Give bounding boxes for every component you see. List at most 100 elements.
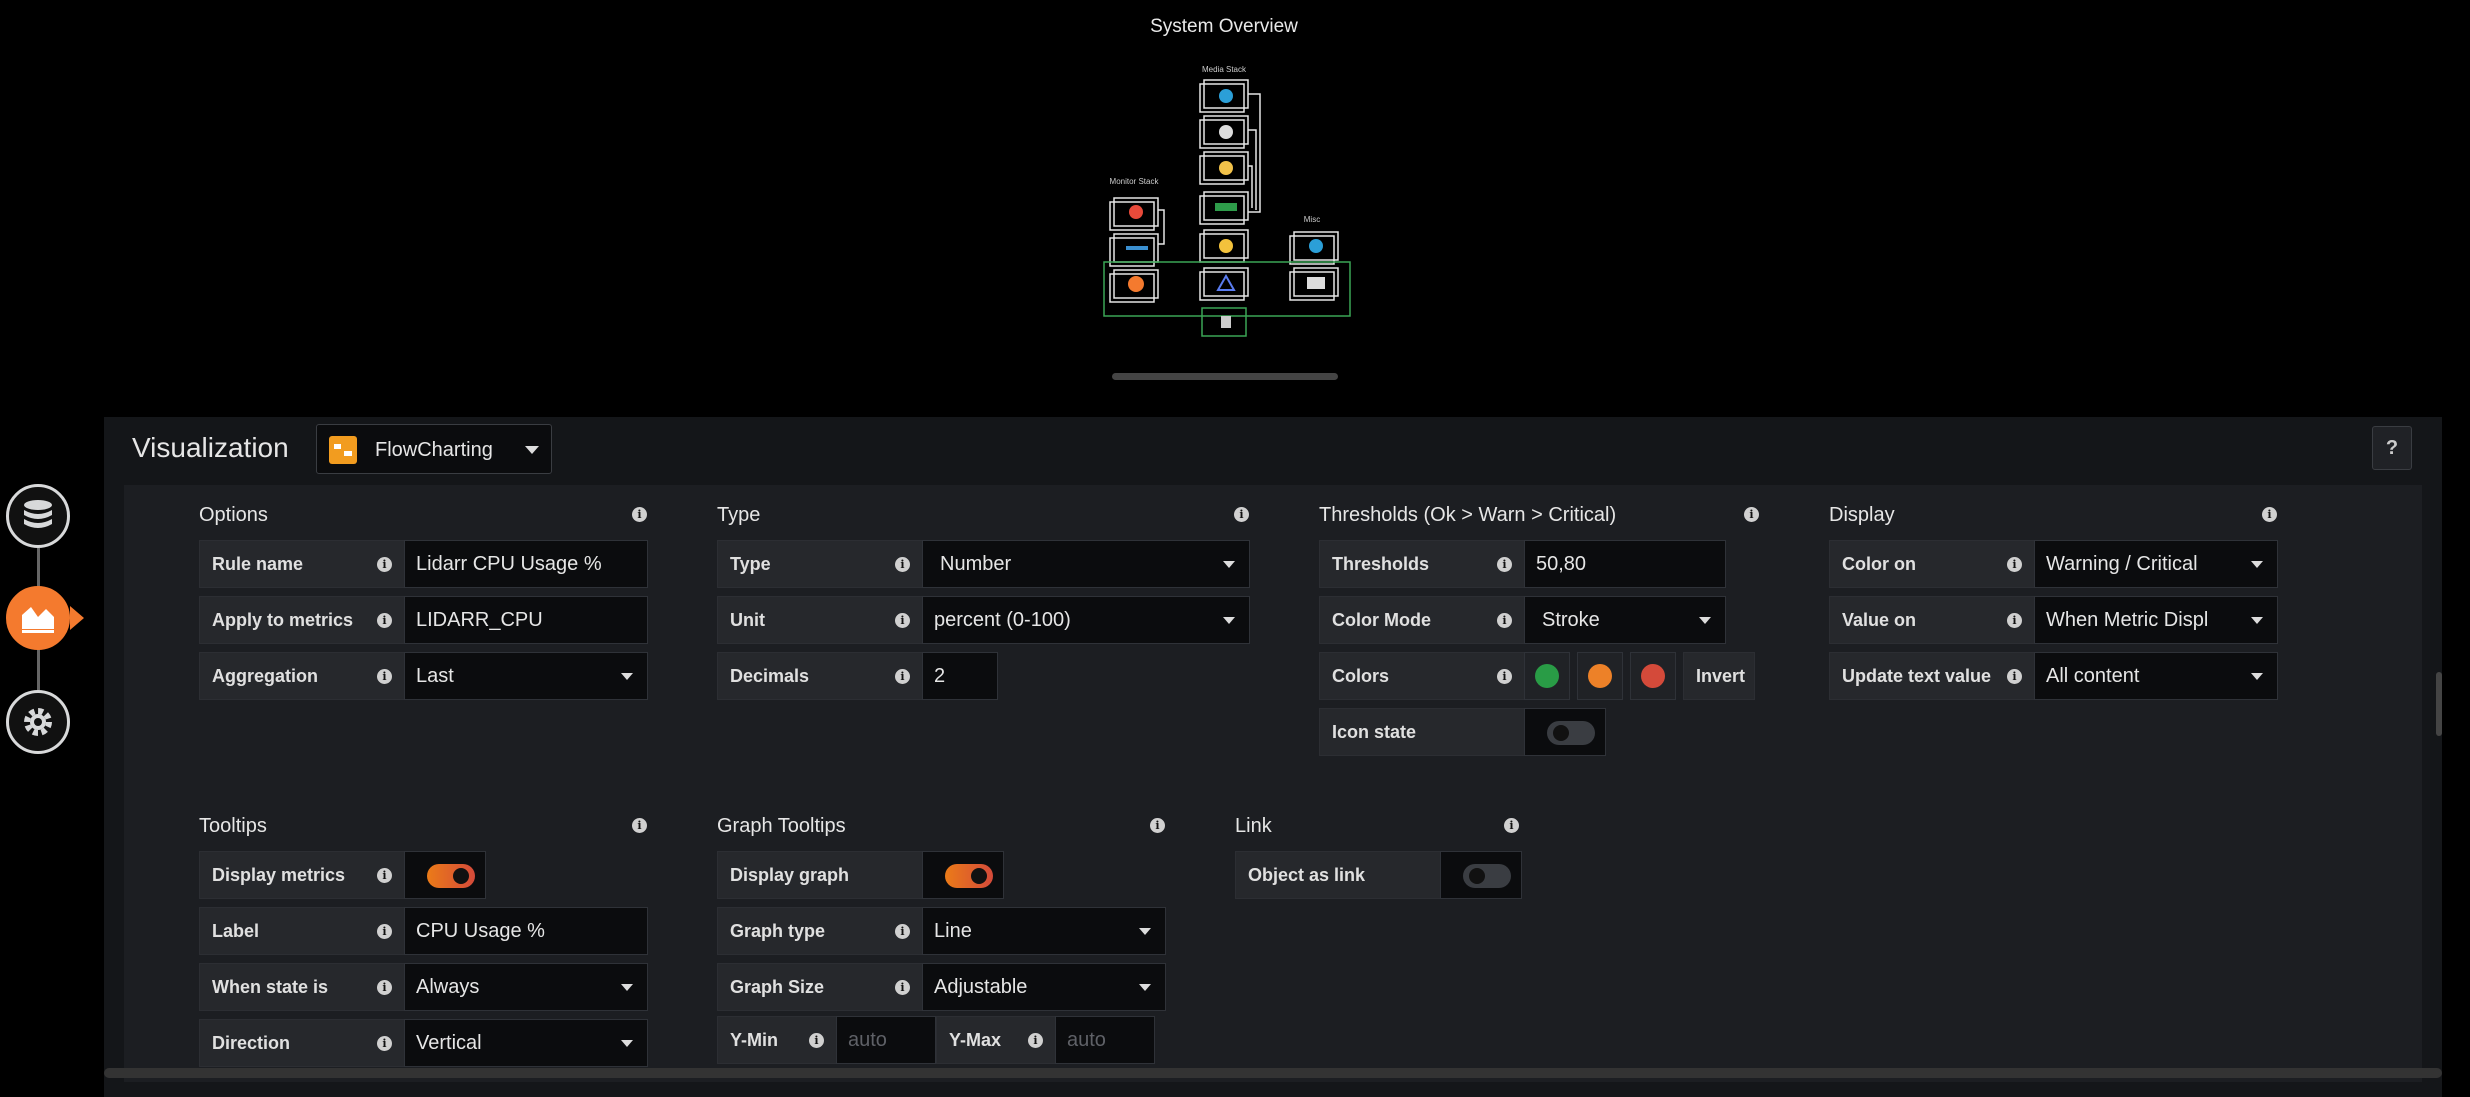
visualization-heading: Visualization (132, 432, 289, 463)
graph-type-select[interactable]: Line (922, 907, 1166, 955)
horizontal-scrollbar[interactable] (104, 1068, 2442, 1078)
color-critical-dot (1641, 664, 1665, 688)
ymax-input[interactable]: auto (1055, 1016, 1155, 1064)
active-tab-arrow (70, 606, 84, 630)
info-icon[interactable]: i (377, 868, 392, 883)
info-icon[interactable]: i (2007, 557, 2022, 572)
tooltips-title: Tooltips (199, 815, 267, 837)
icon-state-label: Icon state (1319, 708, 1525, 756)
info-icon[interactable]: i (809, 1033, 824, 1048)
info-icon[interactable]: i (1028, 1033, 1043, 1048)
ymin-label: Y-Min i (717, 1016, 837, 1064)
info-icon[interactable]: i (377, 557, 392, 572)
object-link-label: Object as link (1235, 851, 1441, 899)
info-icon[interactable]: i (377, 980, 392, 995)
toggle-switch (945, 864, 993, 888)
tooltip-label-input[interactable]: CPU Usage % (404, 907, 648, 955)
toggle-switch (427, 864, 475, 888)
gear-icon (24, 708, 52, 736)
color-mode-select[interactable]: Stroke (1524, 596, 1726, 644)
invert-button[interactable]: Invert (1683, 652, 1755, 700)
color-warn-swatch[interactable] (1577, 652, 1623, 700)
info-icon[interactable]: i (1497, 557, 1512, 572)
color-critical-swatch[interactable] (1630, 652, 1676, 700)
diagram-scrollbar[interactable] (1112, 373, 1338, 380)
when-state-select[interactable]: Always (404, 963, 648, 1011)
panel-title: System Overview (1150, 16, 1298, 37)
type-select[interactable]: Number (922, 540, 1250, 588)
color-on-label: Color on i (1829, 540, 2035, 588)
display-metrics-toggle[interactable] (404, 851, 486, 899)
monitor-stack-label: Monitor Stack (1110, 177, 1160, 186)
info-icon[interactable]: i (377, 924, 392, 939)
color-ok-swatch[interactable] (1524, 652, 1570, 700)
info-icon[interactable]: i (377, 1036, 392, 1051)
info-icon[interactable]: i (377, 669, 392, 684)
misc-label: Misc (1304, 215, 1320, 224)
info-icon[interactable]: i (1234, 507, 1249, 522)
icon-state-toggle[interactable] (1524, 708, 1606, 756)
flowcharting-logo-icon (329, 436, 357, 464)
caret-down-icon (525, 446, 539, 454)
aggregation-label: Aggregation i (199, 652, 405, 700)
flowchart-diagram[interactable]: Media Stack Monitor Stack Misc (1100, 60, 1360, 340)
rule-name-label: Rule name i (199, 540, 405, 588)
apply-metrics-input[interactable]: LIDARR_CPU (404, 596, 648, 644)
thresholds-title: Thresholds (Ok > Warn > Critical) (1319, 504, 1617, 526)
options-title: Options (199, 504, 268, 526)
apply-metrics-label: Apply to metrics i (199, 596, 405, 644)
graph-tooltips-title: Graph Tooltips (717, 815, 846, 837)
info-icon[interactable]: i (1504, 818, 1519, 833)
info-icon[interactable]: i (632, 818, 647, 833)
object-link-toggle[interactable] (1440, 851, 1522, 899)
rule-name-input[interactable]: Lidarr CPU Usage % (404, 540, 648, 588)
color-warn-dot (1588, 664, 1612, 688)
color-ok-dot (1535, 664, 1559, 688)
visualization-tab[interactable] (6, 586, 70, 650)
graph-size-label: Graph Size i (717, 963, 923, 1011)
info-icon[interactable]: i (1150, 818, 1165, 833)
info-icon[interactable]: i (632, 507, 647, 522)
ymin-input[interactable]: auto (836, 1016, 936, 1064)
info-icon[interactable]: i (2007, 669, 2022, 684)
info-icon[interactable]: i (1497, 613, 1512, 628)
value-on-select[interactable]: When Metric Displ (2034, 596, 2278, 644)
visualization-picker[interactable]: FlowCharting (316, 424, 552, 474)
info-icon[interactable]: i (895, 980, 910, 995)
info-icon[interactable]: i (2262, 507, 2277, 522)
vertical-scrollbar[interactable] (2436, 672, 2442, 736)
unit-label: Unit i (717, 596, 923, 644)
graph-type-label: Graph type i (717, 907, 923, 955)
unit-select[interactable]: percent (0-100) (922, 596, 1250, 644)
when-state-label: When state is i (199, 963, 405, 1011)
thresholds-label: Thresholds i (1319, 540, 1525, 588)
info-icon[interactable]: i (895, 924, 910, 939)
toggle-switch (1463, 864, 1511, 888)
info-icon[interactable]: i (1497, 669, 1512, 684)
info-icon[interactable]: i (1744, 507, 1759, 522)
display-graph-toggle[interactable] (922, 851, 1004, 899)
help-button[interactable]: ? (2372, 426, 2412, 470)
color-mode-label: Color Mode i (1319, 596, 1525, 644)
aggregation-select[interactable]: Last (404, 652, 648, 700)
queries-tab[interactable] (6, 484, 70, 548)
database-icon (24, 500, 52, 528)
colors-label: Colors i (1319, 652, 1525, 700)
info-icon[interactable]: i (377, 613, 392, 628)
decimals-input[interactable]: 2 (922, 652, 998, 700)
thresholds-input[interactable]: 50,80 (1524, 540, 1726, 588)
toggle-switch (1547, 721, 1595, 745)
color-on-select[interactable]: Warning / Critical (2034, 540, 2278, 588)
type-title: Type (717, 504, 761, 526)
direction-select[interactable]: Vertical (404, 1019, 648, 1067)
direction-label: Direction i (199, 1019, 405, 1067)
value-on-label: Value on i (1829, 596, 2035, 644)
info-icon[interactable]: i (895, 669, 910, 684)
media-stack-label: Media Stack (1202, 65, 1247, 74)
graph-size-select[interactable]: Adjustable (922, 963, 1166, 1011)
update-text-select[interactable]: All content (2034, 652, 2278, 700)
info-icon[interactable]: i (895, 557, 910, 572)
general-tab[interactable] (6, 690, 70, 754)
info-icon[interactable]: i (2007, 613, 2022, 628)
info-icon[interactable]: i (895, 613, 910, 628)
